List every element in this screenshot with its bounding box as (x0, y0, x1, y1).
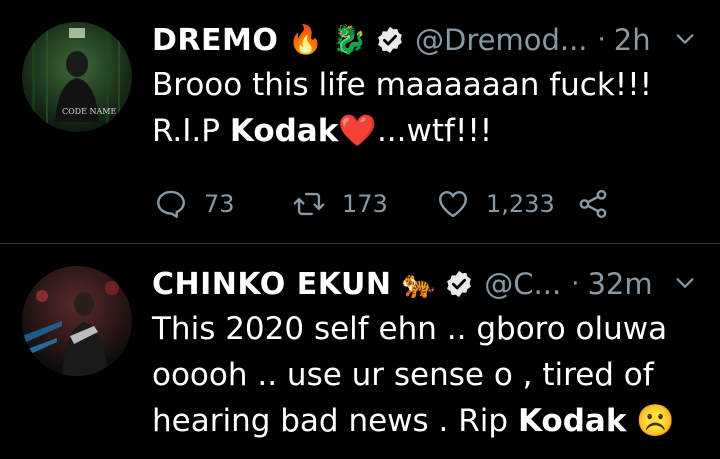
avatar-image (22, 266, 132, 376)
name-emojis: 🐅 (401, 267, 437, 300)
tweet-line: This 2020 self ehn .. gboro oluwa (152, 311, 668, 347)
handle[interactable]: @Dremod... (415, 23, 588, 57)
verified-icon (378, 26, 402, 54)
reply-button[interactable]: 73 (154, 184, 235, 224)
handle[interactable]: @C... (484, 267, 561, 301)
reply-count: 73 (204, 190, 235, 218)
separator-dot: · (597, 25, 606, 55)
share-icon (579, 189, 607, 219)
chevron-down-icon[interactable] (674, 28, 696, 50)
like-icon (439, 191, 467, 218)
display-name[interactable]: CHINKO EKUN (152, 267, 391, 302)
tweet-actions: 73 173 1,233 (152, 184, 632, 224)
tweet-line: Brooo this life maaaaaan fuck!!! (152, 67, 653, 103)
tweet-header: DREMO 🔥 🐉 @Dremod... · 2h (152, 20, 700, 60)
kodak-mention: Kodak (517, 403, 627, 439)
separator-dot: · (571, 269, 580, 299)
tweet-chinko-ekun[interactable]: CHINKO EKUN 🐅 @C... · 32m This 2020 self… (0, 244, 720, 459)
display-name[interactable]: DREMO (152, 23, 278, 58)
tweet-line: hearing bad news . Rip Kodak ☹️ (152, 403, 675, 439)
avatar[interactable] (22, 266, 132, 376)
tweet-header: CHINKO EKUN 🐅 @C... · 32m (152, 264, 700, 304)
like-button[interactable]: 1,233 (436, 184, 555, 224)
retweet-icon (293, 192, 325, 216)
kodak-mention: Kodak (229, 113, 339, 149)
svg-text:CODE NAME: CODE NAME (62, 107, 116, 116)
retweet-button[interactable]: 173 (292, 184, 388, 224)
tweet-line: R.I.P Kodak❤️...wtf!!! (152, 113, 493, 149)
chevron-down-icon[interactable] (674, 272, 696, 294)
timestamp[interactable]: 2h (614, 23, 651, 57)
tweet-line: ooooh .. use ur sense o , tired of (152, 357, 654, 393)
verified-icon (447, 270, 472, 298)
tweet-text: This 2020 self ehn .. gboro oluwa ooooh … (152, 306, 690, 444)
timeline-feed: CODE NAME DREMO 🔥 🐉 @Dremod... · 2h Broo… (0, 0, 720, 459)
heart-emoji: ❤️ (338, 113, 377, 149)
sad-emoji: ☹️ (626, 403, 675, 439)
timestamp[interactable]: 32m (587, 267, 652, 301)
tweet-text: Brooo this life maaaaaan fuck!!! R.I.P K… (152, 62, 690, 154)
reply-icon (157, 190, 185, 218)
avatar[interactable]: CODE NAME (22, 22, 132, 132)
like-count: 1,233 (486, 190, 555, 218)
retweet-count: 173 (342, 190, 388, 218)
tweet-dremo[interactable]: CODE NAME DREMO 🔥 🐉 @Dremod... · 2h Broo… (0, 0, 720, 243)
name-emojis: 🔥 🐉 (288, 23, 367, 56)
share-button[interactable] (576, 184, 610, 224)
avatar-image: CODE NAME (22, 22, 132, 132)
